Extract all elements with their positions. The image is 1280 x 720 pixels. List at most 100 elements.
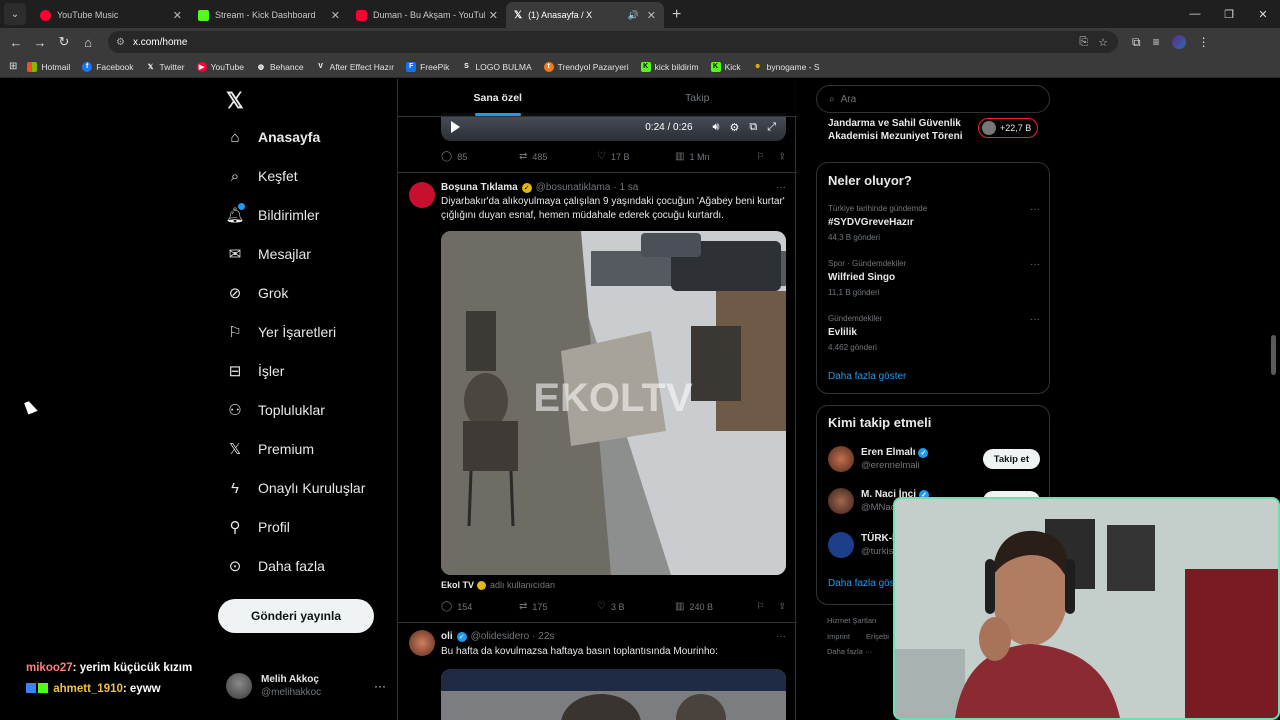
- nav-grok[interactable]: ⊘ Grok: [226, 284, 289, 302]
- show-more-link[interactable]: Daha fazla göster: [828, 371, 906, 382]
- views-button[interactable]: ▥ 240 B: [675, 601, 753, 612]
- bookmark-logo-bulma[interactable]: S LOGO BULMA: [461, 62, 532, 72]
- fullscreen-icon[interactable]: ⤢: [767, 121, 776, 134]
- back-icon[interactable]: ←: [4, 35, 28, 50]
- nav-notifications[interactable]: 🔔︎ Bildirimler: [225, 203, 319, 224]
- extensions-icon[interactable]: ⧉: [1132, 35, 1141, 50]
- trend-item[interactable]: Türkiye tarihinde gündemde #SYDVGreveHaz…: [828, 204, 1040, 242]
- bookmark-freepik[interactable]: F FreePik: [406, 61, 449, 72]
- nav-verified-orgs[interactable]: ϟ Onaylı Kuruluşlar: [226, 479, 365, 497]
- post-author-handle[interactable]: @bosunatiklama: [536, 182, 611, 193]
- tab-youtube-duman[interactable]: Duman - Bu Akşam - YouTube ✕: [348, 2, 506, 28]
- bookmark-kick[interactable]: K Kick: [710, 61, 741, 72]
- repost-button[interactable]: ⇄ 485: [519, 151, 597, 162]
- more-dots-icon[interactable]: ···: [776, 631, 786, 642]
- restore-icon[interactable]: ❐: [1212, 0, 1246, 28]
- nav-premium[interactable]: 𝕏 Premium: [226, 440, 314, 458]
- play-icon[interactable]: [451, 121, 460, 133]
- settings-gear-icon[interactable]: ⚙: [729, 121, 739, 134]
- post-image[interactable]: [441, 669, 786, 720]
- reply-button[interactable]: ◯ 154: [441, 601, 519, 612]
- video-player-controls[interactable]: 0:24 / 0:26 🔊︎ ⚙ ⧉ ⤢: [441, 113, 786, 141]
- post-time[interactable]: · 22s: [532, 631, 554, 642]
- footer-link[interactable]: Daha fazla ···: [827, 647, 872, 656]
- nav-more[interactable]: ⊙ Daha fazla: [226, 557, 325, 575]
- audio-icon[interactable]: 🔊: [628, 10, 639, 21]
- avatar[interactable]: [409, 630, 435, 656]
- bookmark-hotmail[interactable]: Hotmail: [27, 61, 70, 72]
- account-switcher[interactable]: Melih Akkoç @melihakkoc ···: [226, 673, 386, 699]
- footer-link[interactable]: Hizmet Şartları: [827, 616, 877, 625]
- nav-jobs[interactable]: ⊟ İşler: [226, 362, 285, 380]
- star-icon[interactable]: ☆: [1098, 36, 1108, 49]
- bookmark-icon[interactable]: ⚐: [756, 151, 764, 162]
- tab-kick-dashboard[interactable]: Stream - Kick Dashboard ✕: [190, 2, 348, 28]
- tab-x-home[interactable]: 𝕏 (1) Anasayfa / X 🔊 ✕: [506, 2, 664, 28]
- trend-item[interactable]: Spor · Gündemdekiler Wilfried Singo 11,1…: [828, 259, 1040, 297]
- bookmark-twitter[interactable]: 𝕏 Twitter: [146, 62, 185, 72]
- bookmark-behance[interactable]: ◍ Behance: [256, 62, 304, 72]
- search-input[interactable]: [840, 93, 1031, 105]
- bookmark-icon[interactable]: ⚐: [756, 601, 764, 612]
- x-logo-icon[interactable]: 𝕏: [226, 88, 244, 114]
- post-source[interactable]: Ekol TV adlı kullanıcıdan: [441, 580, 555, 590]
- page-scrollbar[interactable]: [1271, 335, 1276, 375]
- more-dots-icon[interactable]: ···: [1030, 259, 1040, 270]
- minimize-icon[interactable]: —: [1178, 0, 1212, 28]
- volume-icon[interactable]: 🔊︎: [713, 121, 720, 134]
- close-icon[interactable]: ✕: [489, 9, 498, 22]
- post-button[interactable]: Gönderi yayınla: [218, 599, 374, 633]
- like-button[interactable]: ♡ 3 B: [597, 601, 675, 612]
- bookmark-kick-bildirim[interactable]: Kkick bildirim: [640, 61, 699, 72]
- repost-button[interactable]: ⇄ 175: [519, 601, 597, 612]
- follow-button[interactable]: Takip et: [982, 449, 1040, 469]
- profile-avatar[interactable]: [1171, 34, 1186, 49]
- bookmark-facebook[interactable]: f Facebook: [82, 61, 134, 72]
- more-dots-icon[interactable]: ···: [776, 182, 786, 193]
- bookmark-after-effect[interactable]: V After Effect Hazır: [316, 62, 394, 72]
- tab-search-menu[interactable]: ⌄: [4, 3, 26, 25]
- post-time[interactable]: · 1 sa: [613, 182, 638, 193]
- avatar[interactable]: [409, 182, 435, 208]
- nav-communities[interactable]: ⚇ Topluluklar: [226, 401, 325, 419]
- tab-following[interactable]: Takip: [598, 79, 798, 116]
- menu-dots-icon[interactable]: ⋮: [1198, 35, 1210, 50]
- forward-icon[interactable]: →: [28, 35, 52, 50]
- nav-profile[interactable]: ⚲ Profil: [226, 518, 290, 536]
- nav-messages[interactable]: ✉ Mesajlar: [226, 245, 311, 263]
- trend-post-count-pill[interactable]: +22,7 B: [978, 118, 1038, 138]
- close-window-icon[interactable]: ✕: [1246, 0, 1280, 28]
- reload-icon[interactable]: ↻: [52, 34, 76, 50]
- views-button[interactable]: ▥ 1 Mn: [675, 151, 753, 162]
- tab-youtube-music[interactable]: YouTube Music ✕: [32, 2, 190, 28]
- media-controls-icon[interactable]: ≡: [1153, 35, 1160, 50]
- pip-icon[interactable]: ⧉: [749, 121, 757, 134]
- reply-button[interactable]: ◯ 85: [441, 151, 519, 162]
- bookmark-trendyol[interactable]: t Trendyol Pazaryeri: [543, 61, 629, 72]
- trend-live-event[interactable]: Jandarma ve Sahil Güvenlik Akademisi Mez…: [828, 117, 978, 143]
- share-icon[interactable]: ⇪: [778, 601, 786, 612]
- more-dots-icon[interactable]: ···: [1030, 204, 1040, 215]
- nav-explore[interactable]: ⌕ Keşfet: [226, 167, 298, 185]
- close-icon[interactable]: ✕: [173, 9, 182, 22]
- post-author-name[interactable]: oli: [441, 631, 453, 642]
- trend-item[interactable]: Gündemdekiler Evlilik 4.462 gönderi ···: [828, 314, 1040, 352]
- close-icon[interactable]: ✕: [331, 9, 340, 22]
- home-icon[interactable]: ⌂: [76, 35, 100, 50]
- new-tab-button[interactable]: +: [672, 6, 681, 24]
- show-more-link[interactable]: Daha fazla gös: [828, 578, 895, 589]
- bookmark-bynogame[interactable]: ☻ bynogame - S: [753, 62, 820, 72]
- post-video[interactable]: EKOLTV: [441, 231, 786, 575]
- search-box[interactable]: ⌕: [816, 85, 1050, 113]
- footer-link[interactable]: Erişebi: [866, 632, 889, 641]
- bookmark-youtube[interactable]: ▶ YouTube: [196, 61, 244, 72]
- site-info-icon[interactable]: ⚙: [116, 37, 125, 48]
- url-field[interactable]: ⚙ x.com/home ⎘ ☆: [108, 31, 1118, 53]
- nav-bookmarks[interactable]: ⚐ Yer İşaretleri: [226, 323, 336, 341]
- tab-for-you[interactable]: Sana özel: [398, 79, 598, 116]
- post-author-handle[interactable]: @olidesidero: [471, 631, 530, 642]
- more-dots-icon[interactable]: ···: [374, 679, 386, 693]
- install-app-icon[interactable]: ⎘: [1079, 36, 1088, 49]
- post-author-name[interactable]: Boşuna Tıklama: [441, 182, 518, 193]
- share-icon[interactable]: ⇪: [778, 151, 786, 162]
